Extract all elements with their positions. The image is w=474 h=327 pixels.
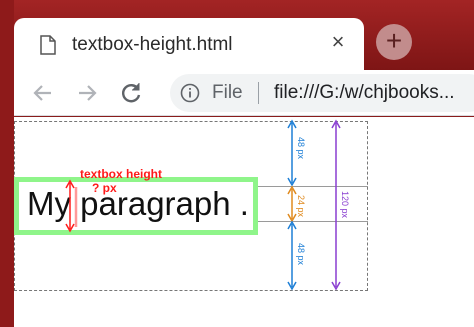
divider — [258, 82, 259, 104]
measure-bottom-label: 48 px — [296, 243, 306, 266]
measure-total-label: 120 px — [340, 191, 350, 219]
guide-line — [256, 186, 368, 187]
browser-tab[interactable]: textbox-height.html × — [14, 18, 364, 70]
measure-middle-label: 24 px — [296, 195, 306, 218]
browser-toolbar: File file:///G:/w/chjbooks... — [14, 70, 474, 116]
forward-arrow-icon[interactable] — [74, 80, 100, 106]
window-frame-left — [0, 0, 14, 327]
url-text[interactable]: file:///G:/w/chjbooks... — [274, 82, 455, 104]
document-icon — [40, 35, 56, 55]
textbox: My paragraph . — [14, 177, 258, 235]
textbox-height-value: ? px — [92, 181, 117, 195]
guide-line — [256, 221, 368, 222]
paragraph-text: My paragraph . — [27, 185, 249, 222]
address-bar[interactable]: File file:///G:/w/chjbooks... — [170, 74, 474, 112]
tab-title: textbox-height.html — [72, 34, 233, 55]
reload-icon[interactable] — [118, 80, 144, 106]
back-arrow-icon[interactable] — [30, 80, 56, 106]
measure-top-label: 48 px — [296, 137, 306, 160]
page-content: My paragraph . textbox height ? px 48 px… — [14, 117, 474, 327]
scheme-label: File — [212, 82, 243, 103]
close-tab-icon[interactable]: × — [326, 30, 350, 54]
new-tab-button[interactable]: + — [376, 24, 412, 60]
textbox-height-label: textbox height — [80, 167, 163, 181]
info-icon[interactable] — [180, 83, 200, 103]
